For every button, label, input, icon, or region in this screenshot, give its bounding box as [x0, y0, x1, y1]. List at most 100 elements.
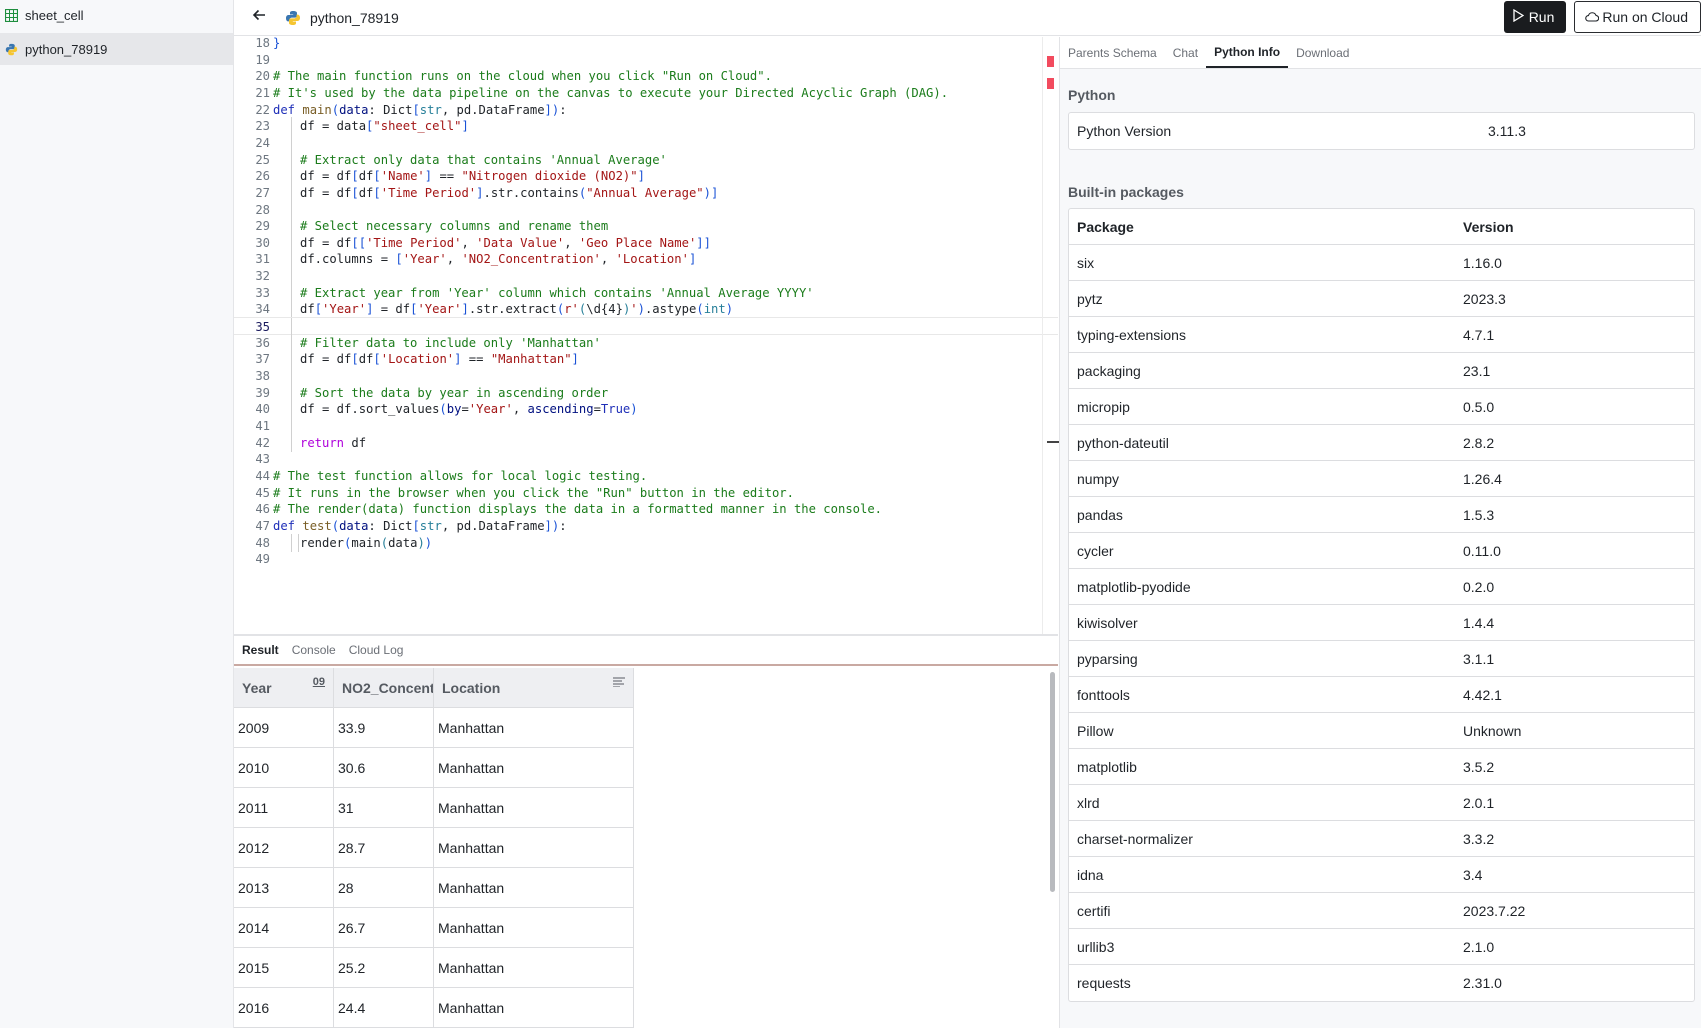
code-text: df = df[df['Location'] == "Manhattan"]: [300, 352, 579, 367]
table-cell[interactable]: 2015: [234, 948, 334, 987]
code-line[interactable]: 23 df = data["sheet_cell"]: [234, 117, 1058, 136]
code-line[interactable]: 37 df = df[df['Location'] == "Manhattan"]: [234, 350, 1058, 369]
table-cell[interactable]: 31: [334, 788, 434, 827]
table-cell[interactable]: Manhattan: [434, 988, 634, 1027]
sidebar-item-python[interactable]: python_78919: [0, 33, 233, 65]
table-cell[interactable]: 2010: [234, 748, 334, 787]
code-line[interactable]: 43: [234, 450, 1058, 468]
code-line[interactable]: 44 # The test function allows for local l…: [234, 467, 1058, 485]
tab-chat[interactable]: Chat: [1165, 37, 1206, 68]
indent-guide: [291, 167, 292, 186]
table-cell[interactable]: 24.4: [334, 988, 434, 1027]
table-cell[interactable]: 2012: [234, 828, 334, 867]
table-cell[interactable]: Manhattan: [434, 948, 634, 987]
table-cell[interactable]: Manhattan: [434, 868, 634, 907]
tab-download[interactable]: Download: [1288, 37, 1357, 68]
code-line[interactable]: 36 # Filter data to include only 'Manhatt…: [234, 333, 1058, 352]
code-line[interactable]: 22 def main(data: Dict[str, pd.DataFrame]…: [234, 101, 1058, 119]
code-line[interactable]: 28: [234, 200, 1058, 219]
code-line[interactable]: 47 def test(data: Dict[str, pd.DataFrame]…: [234, 517, 1058, 535]
code-line[interactable]: 42 return df: [234, 433, 1058, 452]
column-header-year[interactable]: Year 09: [234, 668, 334, 707]
table-cell[interactable]: 26.7: [334, 908, 434, 947]
code-line[interactable]: 41: [234, 416, 1058, 435]
error-marker[interactable]: [1047, 78, 1054, 89]
code-editor[interactable]: 18} 19 20 # The main function runs on the c…: [234, 37, 1058, 634]
table-row[interactable]: 2011 31 Manhattan: [234, 788, 634, 828]
package-row: matplotlib-pyodide 0.2.0: [1069, 569, 1694, 605]
table-row[interactable]: 2016 24.4 Manhattan: [234, 988, 634, 1028]
table-cell[interactable]: 30.6: [334, 748, 434, 787]
table-cell[interactable]: 2014: [234, 908, 334, 947]
table-cell[interactable]: 2011: [234, 788, 334, 827]
code-text: return df: [300, 435, 367, 450]
table-cell[interactable]: Manhattan: [434, 708, 634, 747]
table-row[interactable]: 2015 25.2 Manhattan: [234, 948, 634, 988]
table-cell[interactable]: 2013: [234, 868, 334, 907]
line-number: 41: [255, 418, 270, 433]
table-row[interactable]: 2014 26.7 Manhattan: [234, 908, 634, 948]
sidebar-item-sheet-cell[interactable]: sheet_cell: [0, 0, 233, 31]
package-name: kiwisolver: [1077, 614, 1138, 631]
table-cell[interactable]: 2016: [234, 988, 334, 1027]
table-row[interactable]: 2010 30.6 Manhattan: [234, 748, 634, 788]
package-name: xlrd: [1077, 794, 1100, 811]
code-text: # Extract year from 'Year' column which …: [300, 285, 814, 300]
table-row[interactable]: 2013 28 Manhattan: [234, 868, 634, 908]
table-row[interactable]: 2012 28.7 Manhattan: [234, 828, 634, 868]
package-name: idna: [1077, 866, 1104, 883]
column-header-no2[interactable]: NO2_Concentr: [334, 668, 434, 707]
table-cell[interactable]: 28.7: [334, 828, 434, 867]
code-line[interactable]: 25 # Extract only data that contains 'Ann…: [234, 150, 1058, 169]
code-line[interactable]: 24: [234, 133, 1058, 152]
code-line[interactable]: 31 df.columns = ['Year', 'NO2_Concentrati…: [234, 250, 1058, 269]
code-line[interactable]: 33 # Extract year from 'Year' column whic…: [234, 283, 1058, 302]
code-line[interactable]: 20 # The main function runs on the cloud …: [234, 67, 1058, 85]
code-text: df = df.sort_values(by='Year', ascending…: [300, 402, 638, 417]
code-line[interactable]: 27 df = df[df['Time Period'].str.contains…: [234, 183, 1058, 202]
code-line[interactable]: 30 df = df[['Time Period', 'Data Value', …: [234, 233, 1058, 252]
table-cell[interactable]: 33.9: [334, 708, 434, 747]
code-line[interactable]: 39 # Sort the data by year in ascending o…: [234, 383, 1058, 402]
table-cell[interactable]: Manhattan: [434, 828, 634, 867]
code-line[interactable]: 34 df['Year'] = df['Year'].str.extract(r'…: [234, 300, 1058, 319]
code-line[interactable]: 46 # The render(data) function displays t…: [234, 500, 1058, 518]
code-line[interactable]: 19: [234, 51, 1058, 69]
code-line[interactable]: 48 render(main(data)): [234, 533, 1058, 552]
code-line[interactable]: 40 df = df.sort_values(by='Year', ascendi…: [234, 400, 1058, 419]
back-button[interactable]: [249, 8, 269, 28]
package-row: fonttools 4.42.1: [1069, 677, 1694, 713]
code-line[interactable]: 49: [234, 550, 1058, 568]
table-cell[interactable]: 28: [334, 868, 434, 907]
table-cell[interactable]: 2009: [234, 708, 334, 747]
result-panel: Result Console Cloud Log Year 09 NO2_Con…: [234, 634, 1058, 1028]
table-cell[interactable]: Manhattan: [434, 908, 634, 947]
code-line[interactable]: 29 # Select necessary columns and rename …: [234, 217, 1058, 236]
tab-console[interactable]: Console: [292, 643, 336, 657]
table-cell[interactable]: 25.2: [334, 948, 434, 987]
package-row: Pillow Unknown: [1069, 713, 1694, 749]
code-line[interactable]: 45 # It runs in the browser when you clic…: [234, 484, 1058, 502]
error-marker[interactable]: [1047, 56, 1054, 67]
run-button[interactable]: Run: [1503, 1, 1567, 33]
code-line[interactable]: 32: [234, 267, 1058, 286]
table-cell[interactable]: Manhattan: [434, 748, 634, 787]
editor-overview-ruler[interactable]: [1042, 37, 1060, 634]
tab-python-info[interactable]: Python Info: [1206, 37, 1289, 68]
python-section-title: Python: [1068, 87, 1116, 103]
code-line[interactable]: 35: [234, 317, 1058, 337]
table-row[interactable]: 2009 33.9 Manhattan: [234, 708, 634, 748]
tab-cloud-log[interactable]: Cloud Log: [349, 643, 404, 657]
run-on-cloud-button[interactable]: Run on Cloud: [1574, 1, 1701, 33]
code-line[interactable]: 21 # It's used by the data pipeline on th…: [234, 84, 1058, 102]
code-line[interactable]: 26 df = df[df['Name'] == "Nitrogen dioxid…: [234, 167, 1058, 186]
indent-guide: [291, 117, 292, 136]
column-header-location[interactable]: Location: [434, 668, 634, 707]
tab-parents-schema[interactable]: Parents Schema: [1068, 37, 1165, 68]
result-scrollbar[interactable]: [1050, 672, 1055, 892]
package-version: 0.2.0: [1463, 578, 1495, 595]
table-cell[interactable]: Manhattan: [434, 788, 634, 827]
code-line[interactable]: 38: [234, 367, 1058, 385]
indent-guide: [291, 267, 292, 286]
tab-result[interactable]: Result: [242, 643, 279, 657]
